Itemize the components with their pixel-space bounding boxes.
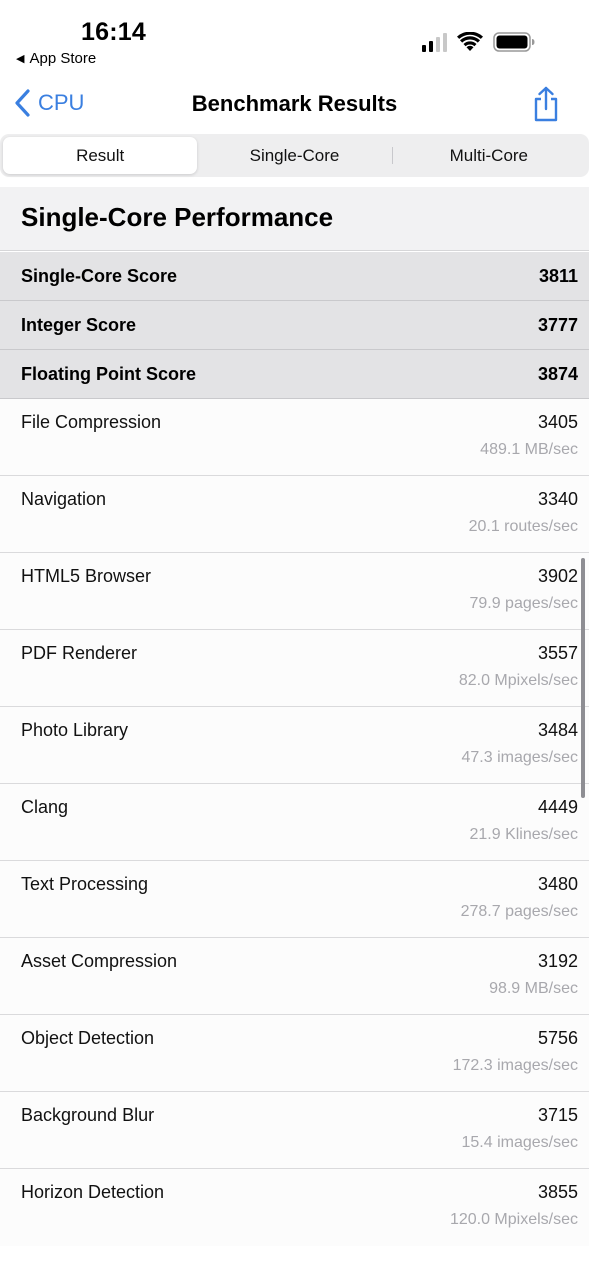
benchmark-name: Asset Compression <box>21 951 178 971</box>
battery-icon <box>493 32 535 52</box>
benchmark-score: 3855 <box>537 1182 578 1202</box>
benchmark-name: Photo Library <box>21 720 129 740</box>
results-list: Single-Core Score 3811 Integer Score 377… <box>0 252 589 1246</box>
status-icons <box>422 32 535 52</box>
benchmark-row: Object Detection 5756 172.3 images/sec <box>0 1015 589 1092</box>
tab-result[interactable]: Result <box>3 137 198 174</box>
score-row-floating-point: Floating Point Score 3874 <box>0 350 589 399</box>
benchmark-score: 3557 <box>537 643 578 663</box>
benchmark-row: Horizon Detection 3855 120.0 Mpixels/sec <box>0 1169 589 1246</box>
benchmark-score: 4449 <box>537 797 578 817</box>
tab-result-label: Result <box>76 145 125 165</box>
results-segmented-control: Result Single-Core Multi-Core <box>0 134 589 177</box>
benchmark-rate: 278.7 pages/sec <box>460 903 578 920</box>
tab-multi-core[interactable]: Multi-Core <box>391 137 586 174</box>
benchmark-row: Photo Library 3484 47.3 images/sec <box>0 707 589 784</box>
benchmark-score: 3405 <box>537 412 578 432</box>
benchmark-name: File Compression <box>21 412 162 432</box>
score-value: 3874 <box>537 363 578 384</box>
section-title: Single-Core Performance <box>0 187 589 251</box>
benchmark-rate: 120.0 Mpixels/sec <box>449 1211 578 1228</box>
benchmark-row: Navigation 3340 20.1 routes/sec <box>0 476 589 553</box>
share-icon <box>534 86 558 122</box>
benchmark-rate: 15.4 images/sec <box>461 1134 578 1151</box>
cellular-signal-icon <box>422 32 447 52</box>
benchmark-rate: 489.1 MB/sec <box>480 441 578 458</box>
page-title: Benchmark Results <box>191 91 398 116</box>
benchmark-row: Background Blur 3715 15.4 images/sec <box>0 1092 589 1169</box>
score-label: Single-Core Score <box>21 265 178 286</box>
tab-single-core-label: Single-Core <box>249 145 340 165</box>
benchmark-rate: 21.9 Klines/sec <box>469 826 578 843</box>
benchmark-row: HTML5 Browser 3902 79.9 pages/sec <box>0 553 589 630</box>
benchmark-score: 5756 <box>537 1028 578 1048</box>
score-value: 3811 <box>538 265 578 286</box>
benchmark-row: File Compression 3405 489.1 MB/sec <box>0 399 589 476</box>
benchmark-score: 3340 <box>537 489 578 509</box>
benchmark-score: 3484 <box>537 720 578 740</box>
score-label: Floating Point Score <box>21 363 197 384</box>
benchmark-rate: 79.9 pages/sec <box>469 595 578 612</box>
benchmark-rate: 98.9 MB/sec <box>489 980 578 997</box>
status-time: 16:14 <box>81 18 146 46</box>
benchmark-name: Object Detection <box>21 1028 155 1048</box>
benchmark-name: Horizon Detection <box>21 1182 165 1202</box>
score-row-integer: Integer Score 3777 <box>0 301 589 350</box>
benchmark-row: Asset Compression 3192 98.9 MB/sec <box>0 938 589 1015</box>
vertical-scrollbar[interactable] <box>581 558 585 798</box>
benchmark-row: PDF Renderer 3557 82.0 Mpixels/sec <box>0 630 589 707</box>
benchmark-row: Text Processing 3480 278.7 pages/sec <box>0 861 589 938</box>
benchmark-score: 3902 <box>537 566 578 586</box>
benchmark-name: Navigation <box>21 489 107 509</box>
benchmark-rate: 172.3 images/sec <box>452 1057 578 1074</box>
benchmark-rate: 47.3 images/sec <box>461 749 578 766</box>
benchmark-name: Text Processing <box>21 874 149 894</box>
benchmark-rate: 20.1 routes/sec <box>468 518 578 535</box>
benchmark-score: 3480 <box>537 874 578 894</box>
back-triangle-icon: ◀ <box>16 53 25 65</box>
tab-multi-core-label: Multi-Core <box>449 145 529 165</box>
score-label: Integer Score <box>21 314 137 335</box>
benchmark-name: Background Blur <box>21 1105 155 1125</box>
benchmark-name: Clang <box>21 797 69 817</box>
score-row-single-core: Single-Core Score 3811 <box>0 252 589 301</box>
benchmark-name: HTML5 Browser <box>21 566 152 586</box>
benchmark-rate: 82.0 Mpixels/sec <box>458 672 578 689</box>
back-app-label: App Store <box>29 50 97 67</box>
share-button[interactable] <box>531 86 561 127</box>
benchmark-score: 3192 <box>537 951 578 971</box>
benchmark-row: Clang 4449 21.9 Klines/sec <box>0 784 589 861</box>
benchmark-score: 3715 <box>537 1105 578 1125</box>
score-value: 3777 <box>537 314 578 335</box>
benchmark-name: PDF Renderer <box>21 643 138 663</box>
tab-single-core[interactable]: Single-Core <box>197 137 391 174</box>
back-to-app-store-link[interactable]: ◀ App Store <box>16 50 96 67</box>
wifi-icon <box>457 32 483 51</box>
